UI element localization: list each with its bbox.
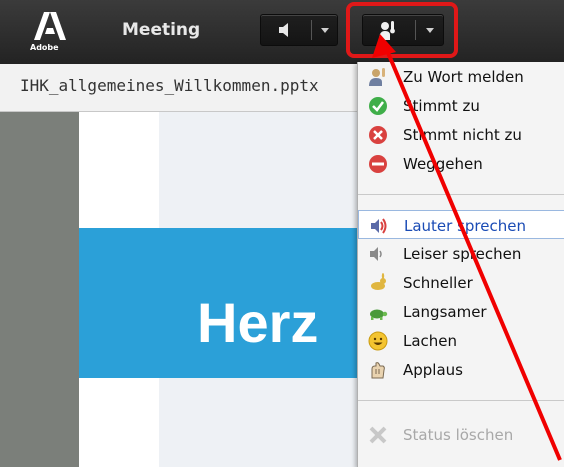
menu-item-status-loeschen[interactable]: Status löschen <box>358 420 564 449</box>
adobe-logo-icon <box>34 12 66 40</box>
meeting-menu[interactable]: Meeting <box>122 20 200 40</box>
menu-item-schneller[interactable]: Schneller <box>358 268 564 297</box>
disagree-x-icon <box>369 126 387 144</box>
menu-item-label: Zu Wort melden <box>403 68 524 86</box>
speaker-softer-icon <box>370 247 382 261</box>
highlight-box <box>346 2 458 58</box>
turtle-slower-icon <box>370 309 388 320</box>
clear-x-icon <box>369 426 387 444</box>
menu-item-label: Status löschen <box>403 426 514 444</box>
speaker-button[interactable] <box>260 14 338 46</box>
menu-item-label: Leiser sprechen <box>403 245 522 263</box>
menu-item-label: Stimmt zu <box>403 97 480 115</box>
applause-hands-icon <box>371 362 385 379</box>
adobe-logo: Adobe <box>30 10 70 52</box>
menu-item-label: Lachen <box>403 332 458 350</box>
adobe-logo-text: Adobe <box>30 43 59 52</box>
menu-item-lachen[interactable]: Lachen <box>358 326 564 355</box>
document-tab-title[interactable]: IHK_allgemeines_Willkommen.pptx <box>20 76 319 95</box>
speaker-dropdown-caret[interactable] <box>313 15 337 45</box>
menu-separator <box>358 400 564 401</box>
menu-item-label: Stimmt nicht zu <box>403 126 522 144</box>
status-dropdown-menu: Zu Wort melden Stimmt zu Stimmt nicht zu… <box>357 62 564 467</box>
menu-item-label: Lauter sprechen <box>404 217 526 235</box>
raise-hand-icon <box>369 68 385 86</box>
smiley-laugh-icon <box>368 331 388 351</box>
menu-item-leiser-sprechen[interactable]: Leiser sprechen <box>358 239 564 268</box>
menu-separator <box>358 194 564 195</box>
chevron-down-icon <box>321 27 329 33</box>
menu-item-label: Langsamer <box>403 303 487 321</box>
menu-item-zu-wort-melden[interactable]: Zu Wort melden <box>358 62 564 91</box>
menu-item-applaus[interactable]: Applaus <box>358 355 564 384</box>
menu-item-label: Applaus <box>403 361 463 379</box>
menu-item-label: Schneller <box>403 274 473 292</box>
slide-sidebar <box>0 112 79 467</box>
menu-item-weggehen[interactable]: Weggehen <box>358 149 564 178</box>
speaker-louder-icon <box>371 218 387 234</box>
rabbit-faster-icon <box>371 273 386 290</box>
menu-item-langsamer[interactable]: Langsamer <box>358 297 564 326</box>
menu-item-lauter-sprechen[interactable]: Lauter sprechen <box>358 210 564 239</box>
speaker-icon[interactable] <box>261 15 309 45</box>
menu-item-stimmt-zu[interactable]: Stimmt zu <box>358 91 564 120</box>
agree-check-icon <box>369 97 387 115</box>
menu-item-stimmt-nicht-zu[interactable]: Stimmt nicht zu <box>358 120 564 149</box>
slide-heading: Herz <box>197 291 319 354</box>
menu-item-label: Weggehen <box>403 155 483 173</box>
step-away-icon <box>369 155 387 173</box>
